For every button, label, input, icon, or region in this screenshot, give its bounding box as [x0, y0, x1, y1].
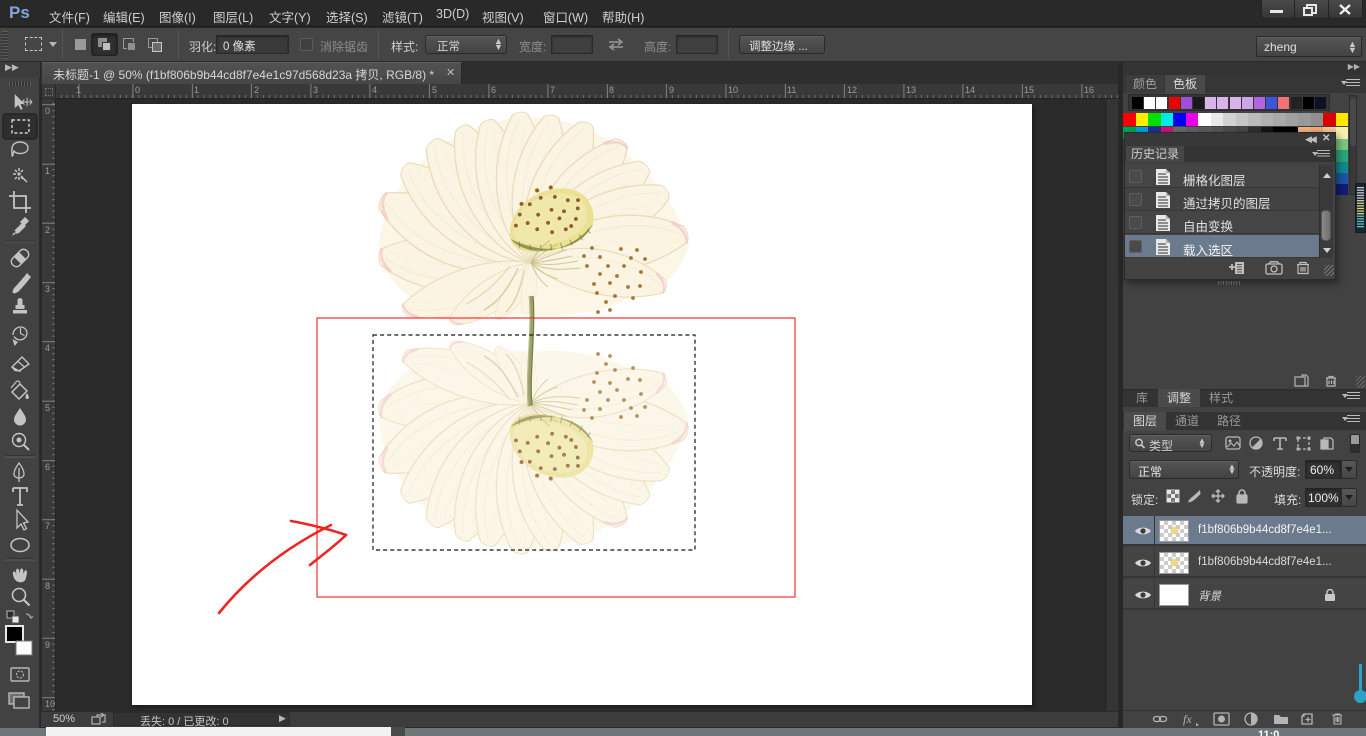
svg-text:fx: fx — [1183, 712, 1192, 726]
